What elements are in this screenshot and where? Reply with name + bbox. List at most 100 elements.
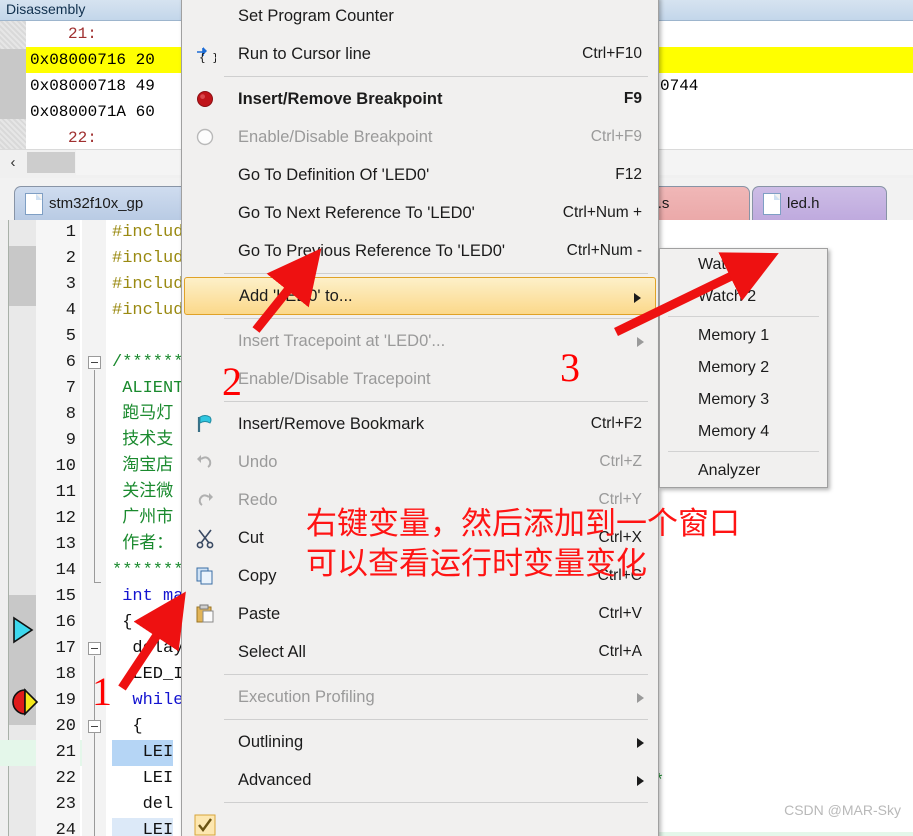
submenu-item-memory-3[interactable]: Memory 3 bbox=[660, 384, 827, 416]
tab-led-h[interactable]: led.h bbox=[752, 186, 887, 220]
code-line: #includ bbox=[112, 249, 184, 268]
hscroll-thumb[interactable] bbox=[27, 152, 75, 173]
watermark: CSDN @MAR-Sky bbox=[784, 802, 901, 818]
line-number: 8 bbox=[65, 405, 76, 424]
menu-item-label: Undo bbox=[238, 453, 278, 471]
menu-item-label: Paste bbox=[238, 605, 281, 623]
submenu-item-memory-4[interactable]: Memory 4 bbox=[660, 416, 827, 448]
menu-item-run-to-cursor-line[interactable]: { } Run to Cursor line Ctrl+F10 bbox=[182, 35, 658, 73]
menu-item-paste[interactable]: Paste Ctrl+V bbox=[182, 595, 658, 633]
code-line: LEI bbox=[112, 769, 174, 788]
menu-item-insert-remove-bookmark[interactable]: Insert/Remove Bookmark Ctrl+F2 bbox=[182, 405, 658, 443]
menu-item-label: Enable/Disable Breakpoint bbox=[238, 128, 433, 146]
disassembly-row-0x08000718: 0x08000718 49 bbox=[30, 77, 155, 95]
scissors-icon bbox=[196, 529, 214, 549]
code-line: while bbox=[112, 691, 184, 710]
code-folding-gutter[interactable] bbox=[82, 220, 106, 836]
code-line-match-token: LEI bbox=[112, 818, 174, 836]
menu-item-label: Insert/Remove Breakpoint bbox=[238, 90, 443, 108]
menu-item-select-all[interactable]: Select All Ctrl+A bbox=[182, 633, 658, 671]
menu-item-accelerator: F12 bbox=[615, 166, 642, 183]
menu-item-accelerator: Ctrl+Num + bbox=[562, 204, 642, 221]
disassembly-right-fragment: 0744 bbox=[660, 77, 699, 95]
chevron-right-icon bbox=[637, 693, 644, 703]
line-number: 13 bbox=[55, 535, 76, 554]
menu-item-label: Set Program Counter bbox=[238, 7, 394, 25]
disassembly-gutter-active bbox=[0, 49, 26, 119]
menu-item-enable-disable-tracepoint: Enable/Disable Tracepoint bbox=[182, 360, 658, 398]
submenu-separator bbox=[668, 451, 819, 452]
menu-item-add-led0-to[interactable]: Add 'LED0' to... bbox=[184, 277, 656, 315]
menu-item-accelerator: F9 bbox=[623, 90, 642, 107]
menu-item-accelerator: Ctrl+F10 bbox=[582, 45, 642, 62]
submenu-item-label: Memory 4 bbox=[698, 423, 770, 440]
submenu-item-memory-2[interactable]: Memory 2 bbox=[660, 352, 827, 384]
menu-item-label: Redo bbox=[238, 491, 278, 509]
code-line: int ma bbox=[112, 587, 184, 606]
code-line-selected-token[interactable]: LEI bbox=[112, 740, 174, 766]
add-to-submenu[interactable]: Watch 1 Watch 2 Memory 1 Memory 2 Memory… bbox=[659, 248, 828, 488]
submenu-item-label: Watch 2 bbox=[698, 288, 757, 305]
menu-separator bbox=[196, 802, 648, 803]
tab-label: led.h bbox=[787, 195, 820, 212]
menu-item-outlining[interactable]: Outlining bbox=[182, 723, 658, 761]
submenu-item-label: Memory 2 bbox=[698, 359, 770, 376]
menu-item-accelerator: Ctrl+F2 bbox=[590, 415, 642, 432]
menu-item-label: Execution Profiling bbox=[238, 688, 375, 706]
fold-toggle-icon[interactable] bbox=[88, 642, 101, 655]
line-number: 18 bbox=[55, 665, 76, 684]
editor-context-menu[interactable]: Set Program Counter { } Run to Cursor li… bbox=[181, 0, 659, 836]
annotation-number-3: 3 bbox=[560, 345, 580, 390]
code-line: #includ bbox=[112, 301, 184, 320]
menu-item-label: Advanced bbox=[238, 771, 312, 789]
menu-item-accelerator: Ctrl+Num - bbox=[566, 242, 642, 259]
fold-toggle-icon[interactable] bbox=[88, 720, 101, 733]
menu-item-insert-remove-breakpoint[interactable]: Insert/Remove Breakpoint F9 bbox=[182, 80, 658, 118]
fold-toggle-icon[interactable] bbox=[88, 356, 101, 369]
menu-item-go-to-definition[interactable]: Go To Definition Of 'LED0' F12 bbox=[182, 156, 658, 194]
menu-item-hexadecimal-display[interactable] bbox=[182, 806, 658, 836]
line-number-gutter: 1 2 3 4 5 6 7 8 9 10 11 12 13 14 15 16 1… bbox=[36, 220, 80, 836]
bookmark-flag-icon bbox=[197, 415, 212, 432]
code-line: ******* bbox=[112, 561, 184, 580]
paste-icon bbox=[196, 604, 214, 623]
menu-item-label: Insert/Remove Bookmark bbox=[238, 415, 425, 433]
breakpoint-icon bbox=[197, 91, 213, 107]
menu-item-set-program-counter[interactable]: Set Program Counter bbox=[182, 0, 658, 35]
menu-item-go-to-next-reference[interactable]: Go To Next Reference To 'LED0' Ctrl+Num … bbox=[182, 194, 658, 232]
file-icon bbox=[25, 193, 43, 215]
code-line: 作者： bbox=[112, 535, 174, 554]
code-line: /****** bbox=[112, 353, 184, 372]
line-number: 23 bbox=[55, 795, 76, 814]
chevron-right-icon bbox=[637, 337, 644, 347]
menu-item-accelerator: Ctrl+F9 bbox=[590, 128, 642, 145]
code-line: 关注微 bbox=[112, 483, 174, 502]
line-number: 11 bbox=[55, 483, 76, 502]
submenu-item-memory-1[interactable]: Memory 1 bbox=[660, 320, 827, 352]
menu-item-accelerator: Ctrl+V bbox=[598, 605, 643, 622]
menu-separator bbox=[196, 318, 648, 319]
menu-item-advanced[interactable]: Advanced bbox=[182, 761, 658, 799]
menu-item-accelerator: Ctrl+A bbox=[598, 643, 643, 660]
submenu-item-watch-2[interactable]: Watch 2 bbox=[660, 281, 827, 313]
menu-item-label: Enable/Disable Tracepoint bbox=[238, 370, 431, 388]
hscroll-left-arrow-icon[interactable]: ‹ bbox=[0, 150, 26, 175]
menu-separator bbox=[196, 674, 648, 675]
menu-item-label: Go To Previous Reference To 'LED0' bbox=[238, 242, 506, 260]
menu-item-label: Go To Next Reference To 'LED0' bbox=[238, 204, 475, 222]
submenu-item-label: Memory 1 bbox=[698, 327, 770, 344]
menu-item-go-to-previous-reference[interactable]: Go To Previous Reference To 'LED0' Ctrl+… bbox=[182, 232, 658, 270]
menu-item-label: Add 'LED0' to... bbox=[239, 287, 353, 305]
code-line: del bbox=[112, 795, 174, 814]
menu-item-execution-profiling: Execution Profiling bbox=[182, 678, 658, 716]
line-number: 1 bbox=[65, 223, 76, 242]
code-line: { bbox=[112, 613, 133, 632]
line-number: 6 bbox=[65, 353, 76, 372]
menu-item-label: Insert Tracepoint at 'LED0'... bbox=[238, 332, 446, 350]
submenu-item-analyzer[interactable]: Analyzer bbox=[660, 455, 827, 487]
fold-range-line bbox=[94, 734, 95, 836]
line-number: 20 bbox=[55, 717, 76, 736]
code-line: 跑马灯 bbox=[112, 405, 174, 424]
submenu-item-watch-1[interactable]: Watch 1 bbox=[660, 249, 827, 281]
menu-item-insert-tracepoint: Insert Tracepoint at 'LED0'... bbox=[182, 322, 658, 360]
